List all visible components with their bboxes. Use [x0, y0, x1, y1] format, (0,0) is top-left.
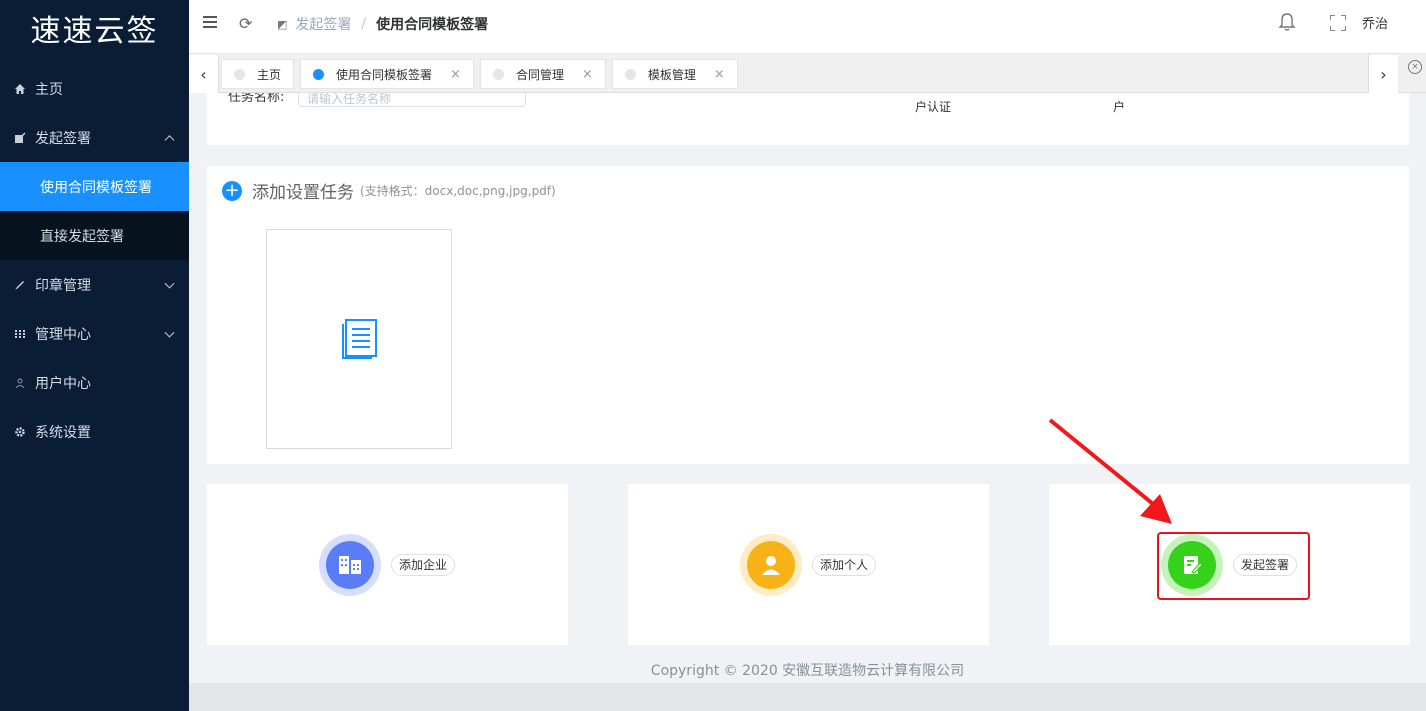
sidebar-item-home[interactable]: 主页 — [0, 64, 189, 113]
bell-icon[interactable] — [1278, 12, 1296, 32]
breadcrumb-item[interactable]: 发起签署 — [295, 14, 351, 34]
sidebar-item-initiate-sign[interactable]: 发起签署 — [0, 113, 189, 162]
sidebar-item-label: 发起签署 — [35, 130, 91, 147]
sidebar-item-direct-sign[interactable]: 直接发起签署 — [0, 211, 189, 260]
building-icon — [326, 541, 374, 589]
sign-icon-ring — [1161, 534, 1223, 596]
tab-status-dot — [313, 68, 325, 80]
close-icon[interactable]: × — [714, 67, 725, 82]
home-icon — [14, 83, 26, 95]
add-person-button[interactable]: 添加个人 — [812, 554, 877, 576]
tab-status-dot — [234, 68, 245, 80]
tab-home[interactable]: 主页 — [221, 59, 295, 89]
sidebar-item-seal-management[interactable]: 印章管理 — [0, 260, 189, 309]
brush-icon — [14, 279, 26, 291]
tab-template-management[interactable]: 模板管理 × — [611, 59, 738, 89]
sidebar-item-label: 印章管理 — [35, 277, 91, 294]
task-name-label: 任务名称: — [228, 93, 285, 105]
refresh-icon[interactable]: ⟳ — [239, 14, 252, 33]
tabs-bar: ‹ 主页 使用合同模板签署 × 合同管理 × 模板管理 × › × — [189, 55, 1426, 93]
add-person-action[interactable]: 添加个人 — [740, 534, 877, 596]
annotation-arrow-icon — [1048, 418, 1172, 524]
gear-icon — [14, 426, 26, 438]
app-logo: 速速云签 — [30, 14, 159, 49]
tab-label: 合同管理 — [515, 67, 564, 82]
add-company-card: 添加企业 — [207, 484, 568, 645]
add-person-card: 添加个人 — [628, 484, 989, 645]
tab-status-dot — [624, 68, 636, 80]
close-icon[interactable]: × — [450, 67, 461, 82]
document-icon — [342, 319, 377, 359]
close-icon[interactable]: × — [582, 67, 593, 82]
format-hint: (支持格式：docx,doc,png,jpg,pdf) — [360, 184, 556, 198]
task-name-input[interactable]: 请输入任务名称 — [298, 93, 526, 107]
grid-icon — [14, 328, 26, 340]
sidebar-item-management-center[interactable]: 管理中心 — [0, 309, 189, 358]
table-cell: 户认证 — [915, 100, 952, 114]
chevron-down-icon — [164, 278, 175, 289]
sidebar-item-label: 主页 — [35, 81, 63, 98]
initiate-sign-button[interactable]: 发起签署 — [1233, 554, 1298, 576]
sidebar-item-label: 管理中心 — [35, 326, 91, 343]
chevron-up-icon — [164, 134, 175, 145]
sign-icon: ◩ — [277, 17, 288, 31]
table-cell: 户 — [1113, 100, 1126, 114]
sidebar-item-template-sign[interactable]: 使用合同模板签署 — [0, 162, 189, 211]
fullscreen-icon[interactable] — [1330, 15, 1346, 31]
sidebar-item-label: 系统设置 — [35, 424, 91, 441]
tabs-scroll-left-icon[interactable]: ‹ — [189, 55, 219, 93]
user-icon — [14, 377, 26, 389]
add-task-card: + 添加设置任务 (支持格式：docx,doc,png,jpg,pdf) — [207, 166, 1409, 464]
tabs-list: 主页 使用合同模板签署 × 合同管理 × 模板管理 × — [221, 59, 744, 89]
sidebar-item-label: 用户中心 — [35, 375, 91, 392]
tab-status-dot — [492, 68, 504, 80]
sidebar-item-user-center[interactable]: 用户中心 — [0, 358, 189, 407]
close-all-tabs-icon[interactable]: × — [1408, 60, 1422, 74]
document-upload-box[interactable] — [266, 229, 452, 449]
task-info-card: 任务名称: 请输入任务名称 户认证 户 — [207, 93, 1409, 145]
edit-document-icon — [1168, 541, 1216, 589]
tabs-scroll-right-icon[interactable]: › — [1368, 55, 1398, 93]
company-icon-ring — [319, 534, 381, 596]
add-company-button[interactable]: 添加企业 — [391, 554, 456, 576]
plus-icon[interactable]: + — [222, 180, 242, 201]
tab-contract-management[interactable]: 合同管理 × — [479, 59, 606, 89]
breadcrumb: ◩ 发起签署 / 使用合同模板签署 — [277, 14, 488, 34]
sidebar-item-system-settings[interactable]: 系统设置 — [0, 407, 189, 456]
menu-toggle-icon[interactable] — [203, 16, 217, 28]
breadcrumb-separator: / — [361, 16, 367, 32]
submenu-initiate-sign: 使用合同模板签署 直接发起签署 — [0, 162, 189, 260]
add-company-action[interactable]: 添加企业 — [319, 534, 456, 596]
sidebar-item-label: 直接发起签署 — [40, 228, 124, 245]
breadcrumb-current: 使用合同模板签署 — [376, 17, 489, 33]
add-task-title: 添加设置任务 — [252, 183, 354, 203]
tab-label: 模板管理 — [647, 67, 696, 82]
sign-icon — [14, 131, 26, 144]
tab-template-sign[interactable]: 使用合同模板签署 × — [300, 59, 474, 89]
top-header: ⟳ ◩ 发起签署 / 使用合同模板签署 乔治 — [189, 0, 1426, 54]
tab-label: 主页 — [257, 67, 282, 82]
page-bottom-area — [189, 683, 1426, 711]
chevron-down-icon — [164, 327, 175, 338]
sidebar-item-label: 使用合同模板签署 — [40, 179, 152, 196]
add-task-header[interactable]: + 添加设置任务 (支持格式：docx,doc,png,jpg,pdf) — [222, 178, 556, 203]
footer-copyright: Copyright © 2020 安徽互联造物云计算有限公司 — [650, 663, 965, 679]
person-icon-ring — [740, 534, 802, 596]
sidebar: 速速云签 主页 发起签署 使用合同模板签署 直接发起签署 印章管理 管理中心 用… — [0, 0, 189, 711]
tab-label: 使用合同模板签署 — [336, 67, 433, 82]
initiate-sign-action[interactable]: 发起签署 — [1161, 534, 1298, 596]
user-name[interactable]: 乔治 — [1362, 13, 1388, 32]
person-icon — [747, 541, 795, 589]
